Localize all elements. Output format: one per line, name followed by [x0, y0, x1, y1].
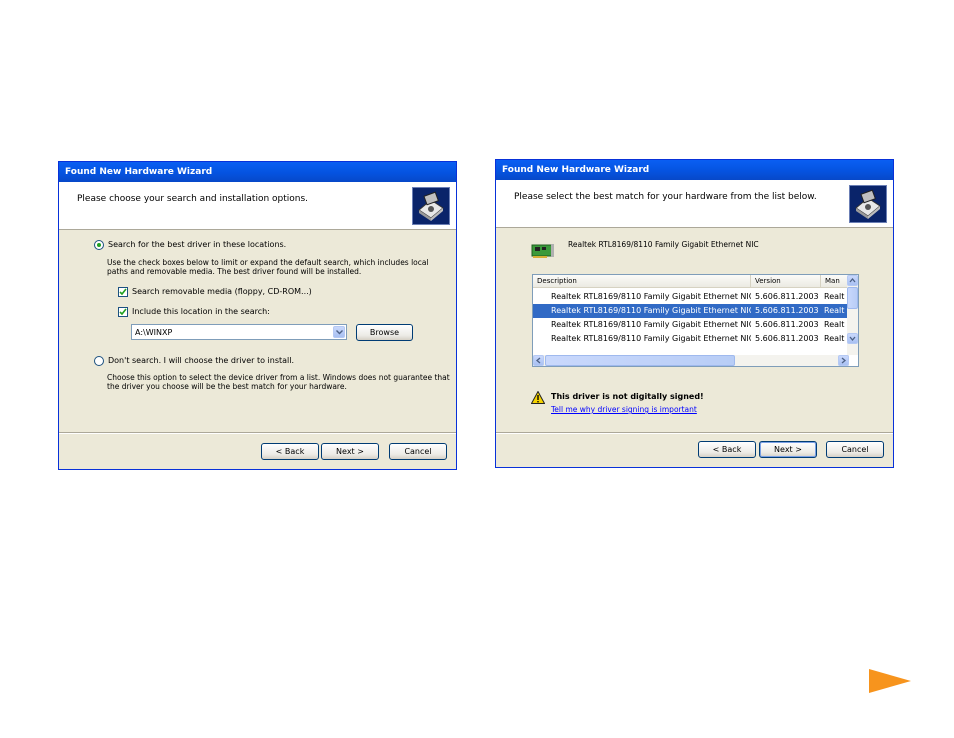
dont-search-radio[interactable]	[94, 356, 104, 366]
left-footer-divider	[59, 432, 456, 433]
right-dialog-header: Please select the best match for your ha…	[496, 180, 893, 228]
scroll-down-icon[interactable]	[847, 333, 858, 344]
column-description[interactable]: Description	[533, 275, 751, 288]
wizard-hardware-icon	[849, 185, 887, 223]
scroll-up-icon[interactable]	[847, 275, 858, 286]
row-description: Realtek RTL8169/8110 Family Gigabit Ethe…	[551, 334, 751, 343]
row-manufacturer: Realt	[824, 334, 845, 343]
left-back-button[interactable]: < Back	[261, 443, 319, 460]
driver-list-horizontal-scrollbar[interactable]	[533, 355, 849, 366]
table-row[interactable]: Realtek RTL8169/8110 Family Gigabit Ethe…	[533, 290, 849, 304]
scroll-left-icon[interactable]	[533, 355, 544, 366]
wizard-hardware-icon	[412, 187, 450, 225]
horizontal-scroll-thumb[interactable]	[545, 355, 735, 366]
column-manufacturer[interactable]: Man	[821, 275, 849, 288]
row-manufacturer: Realt	[824, 306, 845, 315]
unsigned-driver-warning: This driver is not digitally signed!	[551, 392, 704, 401]
search-best-driver-label: Search for the best driver in these loca…	[108, 240, 287, 249]
device-name: Realtek RTL8169/8110 Family Gigabit Ethe…	[568, 240, 759, 249]
next-slide-arrow-icon[interactable]	[868, 668, 912, 696]
location-combobox[interactable]: A:\WINXP	[131, 324, 347, 340]
search-description: Use the check boxes below to limit or ex…	[107, 258, 429, 276]
left-dialog-header: Please choose your search and installati…	[59, 182, 456, 230]
search-removable-media-checkbox[interactable]	[118, 287, 128, 297]
row-description: Realtek RTL8169/8110 Family Gigabit Ethe…	[551, 306, 751, 315]
left-cancel-button[interactable]: Cancel	[389, 443, 447, 460]
row-description: Realtek RTL8169/8110 Family Gigabit Ethe…	[551, 320, 751, 329]
include-location-checkbox[interactable]	[118, 307, 128, 317]
right-header-text: Please select the best match for your ha…	[514, 192, 817, 202]
network-card-icon	[531, 242, 555, 260]
table-row[interactable]: Realtek RTL8169/8110 Family Gigabit Ethe…	[533, 318, 849, 332]
right-next-button[interactable]: Next >	[759, 441, 817, 458]
row-manufacturer: Realt	[824, 320, 845, 329]
table-row-selected[interactable]: Realtek RTL8169/8110 Family Gigabit Ethe…	[533, 304, 849, 318]
driver-signing-link[interactable]: Tell me why driver signing is important	[551, 405, 697, 414]
location-combobox-value: A:\WINXP	[135, 328, 173, 337]
search-removable-media-label: Search removable media (floppy, CD-ROM..…	[132, 287, 312, 296]
warning-icon	[530, 390, 546, 404]
vertical-scroll-thumb[interactable]	[847, 287, 858, 309]
row-version: 5.606.811.2003	[755, 334, 819, 343]
row-version: 5.606.811.2003	[755, 306, 819, 315]
right-wizard-dialog: Found New Hardware Wizard Please select …	[495, 159, 894, 468]
search-best-driver-radio[interactable]	[94, 240, 104, 250]
left-wizard-dialog: Found New Hardware Wizard Please choose …	[58, 161, 457, 470]
left-dialog-title: Found New Hardware Wizard	[59, 162, 456, 182]
left-header-text: Please choose your search and installati…	[77, 194, 309, 204]
row-version: 5.606.811.2003	[755, 320, 819, 329]
driver-list-vertical-scrollbar[interactable]	[847, 275, 858, 355]
right-footer-divider	[496, 432, 893, 433]
combobox-dropdown-icon[interactable]	[333, 326, 345, 338]
row-version: 5.606.811.2003	[755, 292, 819, 301]
browse-button[interactable]: Browse	[356, 324, 413, 341]
column-version[interactable]: Version	[751, 275, 821, 288]
scroll-right-icon[interactable]	[838, 355, 849, 366]
right-cancel-button[interactable]: Cancel	[826, 441, 884, 458]
dont-search-label: Don't search. I will choose the driver t…	[108, 356, 295, 365]
right-dialog-title: Found New Hardware Wizard	[496, 160, 893, 180]
dont-search-description: Choose this option to select the device …	[107, 373, 450, 391]
driver-list-header: Description Version Man	[533, 275, 858, 288]
row-manufacturer: Realt	[824, 292, 845, 301]
driver-list[interactable]: Description Version Man Realtek RTL8169/…	[532, 274, 859, 367]
table-row[interactable]: Realtek RTL8169/8110 Family Gigabit Ethe…	[533, 332, 849, 346]
right-back-button[interactable]: < Back	[698, 441, 756, 458]
include-location-label: Include this location in the search:	[132, 307, 270, 316]
left-next-button[interactable]: Next >	[321, 443, 379, 460]
row-description: Realtek RTL8169/8110 Family Gigabit Ethe…	[551, 292, 751, 301]
